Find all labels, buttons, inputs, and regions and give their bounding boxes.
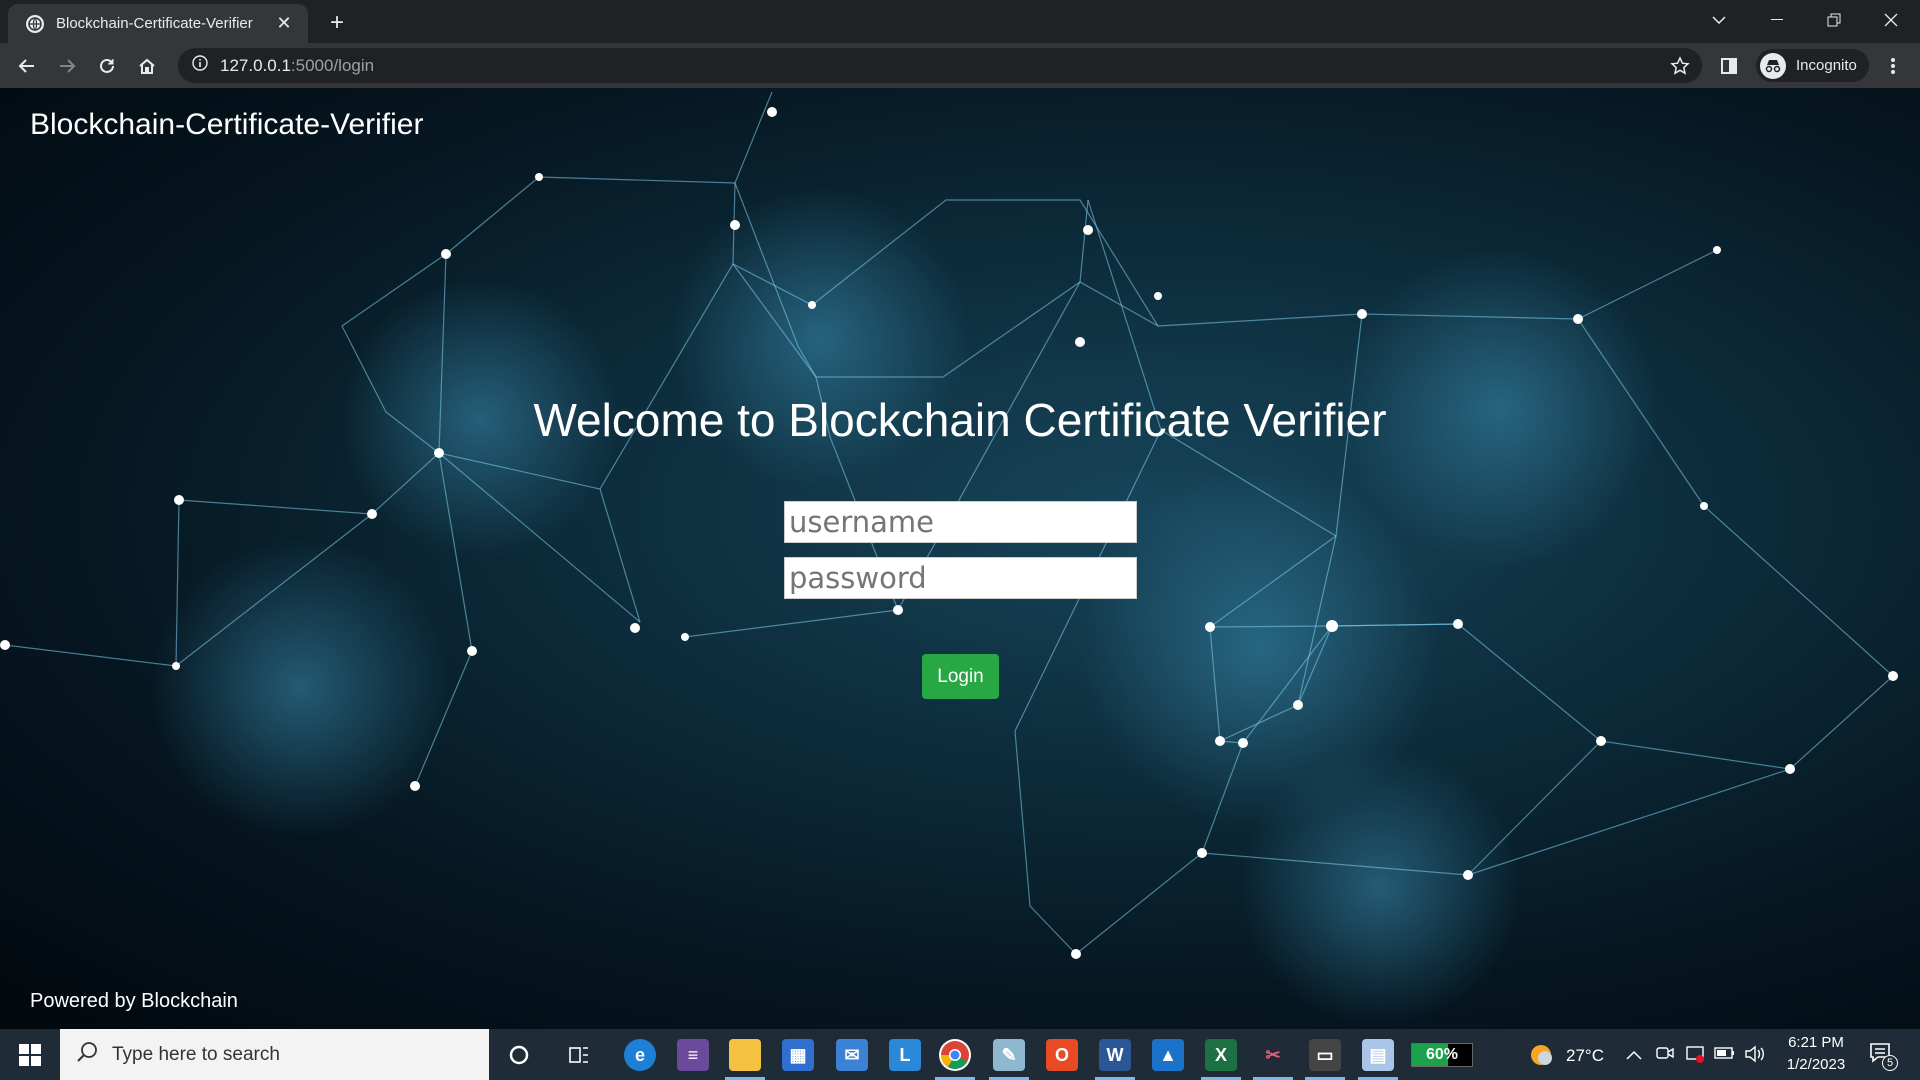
login-button[interactable]: Login	[922, 654, 999, 699]
incognito-profile-button[interactable]: Incognito	[1756, 49, 1869, 82]
tab-search-icon[interactable]	[1690, 0, 1748, 40]
excel-icon[interactable]: X	[1205, 1039, 1237, 1071]
bookmark-star-icon[interactable]	[1670, 56, 1690, 81]
footer-text: Powered by Blockchain	[30, 990, 238, 1012]
notification-center-icon[interactable]: 5	[1868, 1041, 1898, 1072]
url-path: :5000/login	[290, 55, 375, 75]
winrar-icon[interactable]: ≡	[677, 1039, 709, 1071]
browser-toolbar: 127.0.0.1:5000/login Incognito	[0, 43, 1920, 88]
windows-taskbar: Type here to search e ≡ ▦ ✉ L ✎ O W ▲ X …	[0, 1029, 1920, 1080]
temperature-text[interactable]: 27°C	[1566, 1046, 1604, 1066]
menu-kebab-icon[interactable]	[1876, 49, 1910, 83]
microsoft-store-icon[interactable]: ▦	[782, 1039, 814, 1071]
clock-date[interactable]: 1/2/2023	[1780, 1056, 1852, 1073]
close-tab-icon[interactable]: ✕	[274, 13, 294, 34]
minimize-button[interactable]	[1748, 0, 1806, 40]
task-view-icon[interactable]	[563, 1039, 595, 1071]
file-explorer-icon[interactable]	[729, 1039, 761, 1071]
start-button[interactable]	[0, 1029, 60, 1080]
cortana-icon[interactable]	[503, 1039, 535, 1071]
welcome-heading: Welcome to Blockchain Certificate Verifi…	[533, 394, 1387, 446]
chrome-icon[interactable]	[939, 1039, 971, 1071]
record-indicator-icon[interactable]	[1686, 1045, 1706, 1068]
close-window-button[interactable]	[1862, 0, 1920, 40]
browser-tab-bar: Blockchain-Certificate-Verifier ✕ +	[0, 0, 1920, 43]
address-bar[interactable]: 127.0.0.1:5000/login	[178, 48, 1702, 83]
battery-status-icon[interactable]	[1714, 1046, 1736, 1065]
url-host: 127.0.0.1	[220, 55, 291, 75]
meet-now-icon[interactable]	[1656, 1045, 1674, 1066]
restore-button[interactable]	[1805, 0, 1863, 40]
clock-time[interactable]: 6:21 PM	[1786, 1034, 1846, 1051]
home-button[interactable]	[130, 49, 164, 83]
taskbar-search-box[interactable]: Type here to search	[60, 1029, 489, 1080]
tab-title: Blockchain-Certificate-Verifier	[56, 15, 253, 32]
app-pen-icon[interactable]: ✎	[993, 1039, 1025, 1071]
incognito-icon	[1760, 52, 1786, 79]
notification-count-badge: 5	[1882, 1055, 1898, 1071]
site-info-icon[interactable]	[192, 55, 208, 76]
profile-label: Incognito	[1796, 57, 1857, 74]
side-panel-icon[interactable]	[1712, 49, 1746, 83]
windows-logo-icon	[19, 1043, 41, 1066]
snipping-tool-icon[interactable]: ✂	[1257, 1039, 1289, 1071]
photos-icon[interactable]: ▲	[1152, 1039, 1184, 1071]
mail-icon[interactable]: ✉	[836, 1039, 868, 1071]
forward-button[interactable]	[50, 49, 84, 83]
notepad-icon[interactable]: ▤	[1362, 1039, 1394, 1071]
tab-blockchain-certificate-verifier[interactable]: Blockchain-Certificate-Verifier ✕	[8, 4, 308, 43]
search-placeholder: Type here to search	[112, 1043, 280, 1065]
globe-icon	[26, 14, 44, 33]
battery-text: 60%	[1425, 1046, 1459, 1063]
terminal-icon[interactable]: ▭	[1309, 1039, 1341, 1071]
office-icon[interactable]: O	[1046, 1039, 1078, 1071]
back-button[interactable]	[10, 49, 44, 83]
edge-browser-icon[interactable]: e	[624, 1039, 656, 1071]
weather-icon[interactable]	[1528, 1042, 1554, 1073]
volume-icon[interactable]	[1744, 1045, 1766, 1068]
password-input[interactable]	[784, 557, 1137, 599]
login-page: Blockchain-Certificate-Verifier Welcome …	[0, 88, 1920, 1029]
tray-overflow-chevron-icon[interactable]	[1626, 1047, 1642, 1065]
new-tab-button[interactable]: +	[322, 8, 352, 38]
word-icon[interactable]: W	[1099, 1039, 1131, 1071]
brand-title[interactable]: Blockchain-Certificate-Verifier	[30, 108, 423, 142]
battery-meter[interactable]: 60%	[1411, 1043, 1473, 1067]
app-l-icon[interactable]: L	[889, 1039, 921, 1071]
search-icon	[76, 1041, 98, 1069]
reload-button[interactable]	[90, 49, 124, 83]
username-input[interactable]	[784, 501, 1137, 543]
